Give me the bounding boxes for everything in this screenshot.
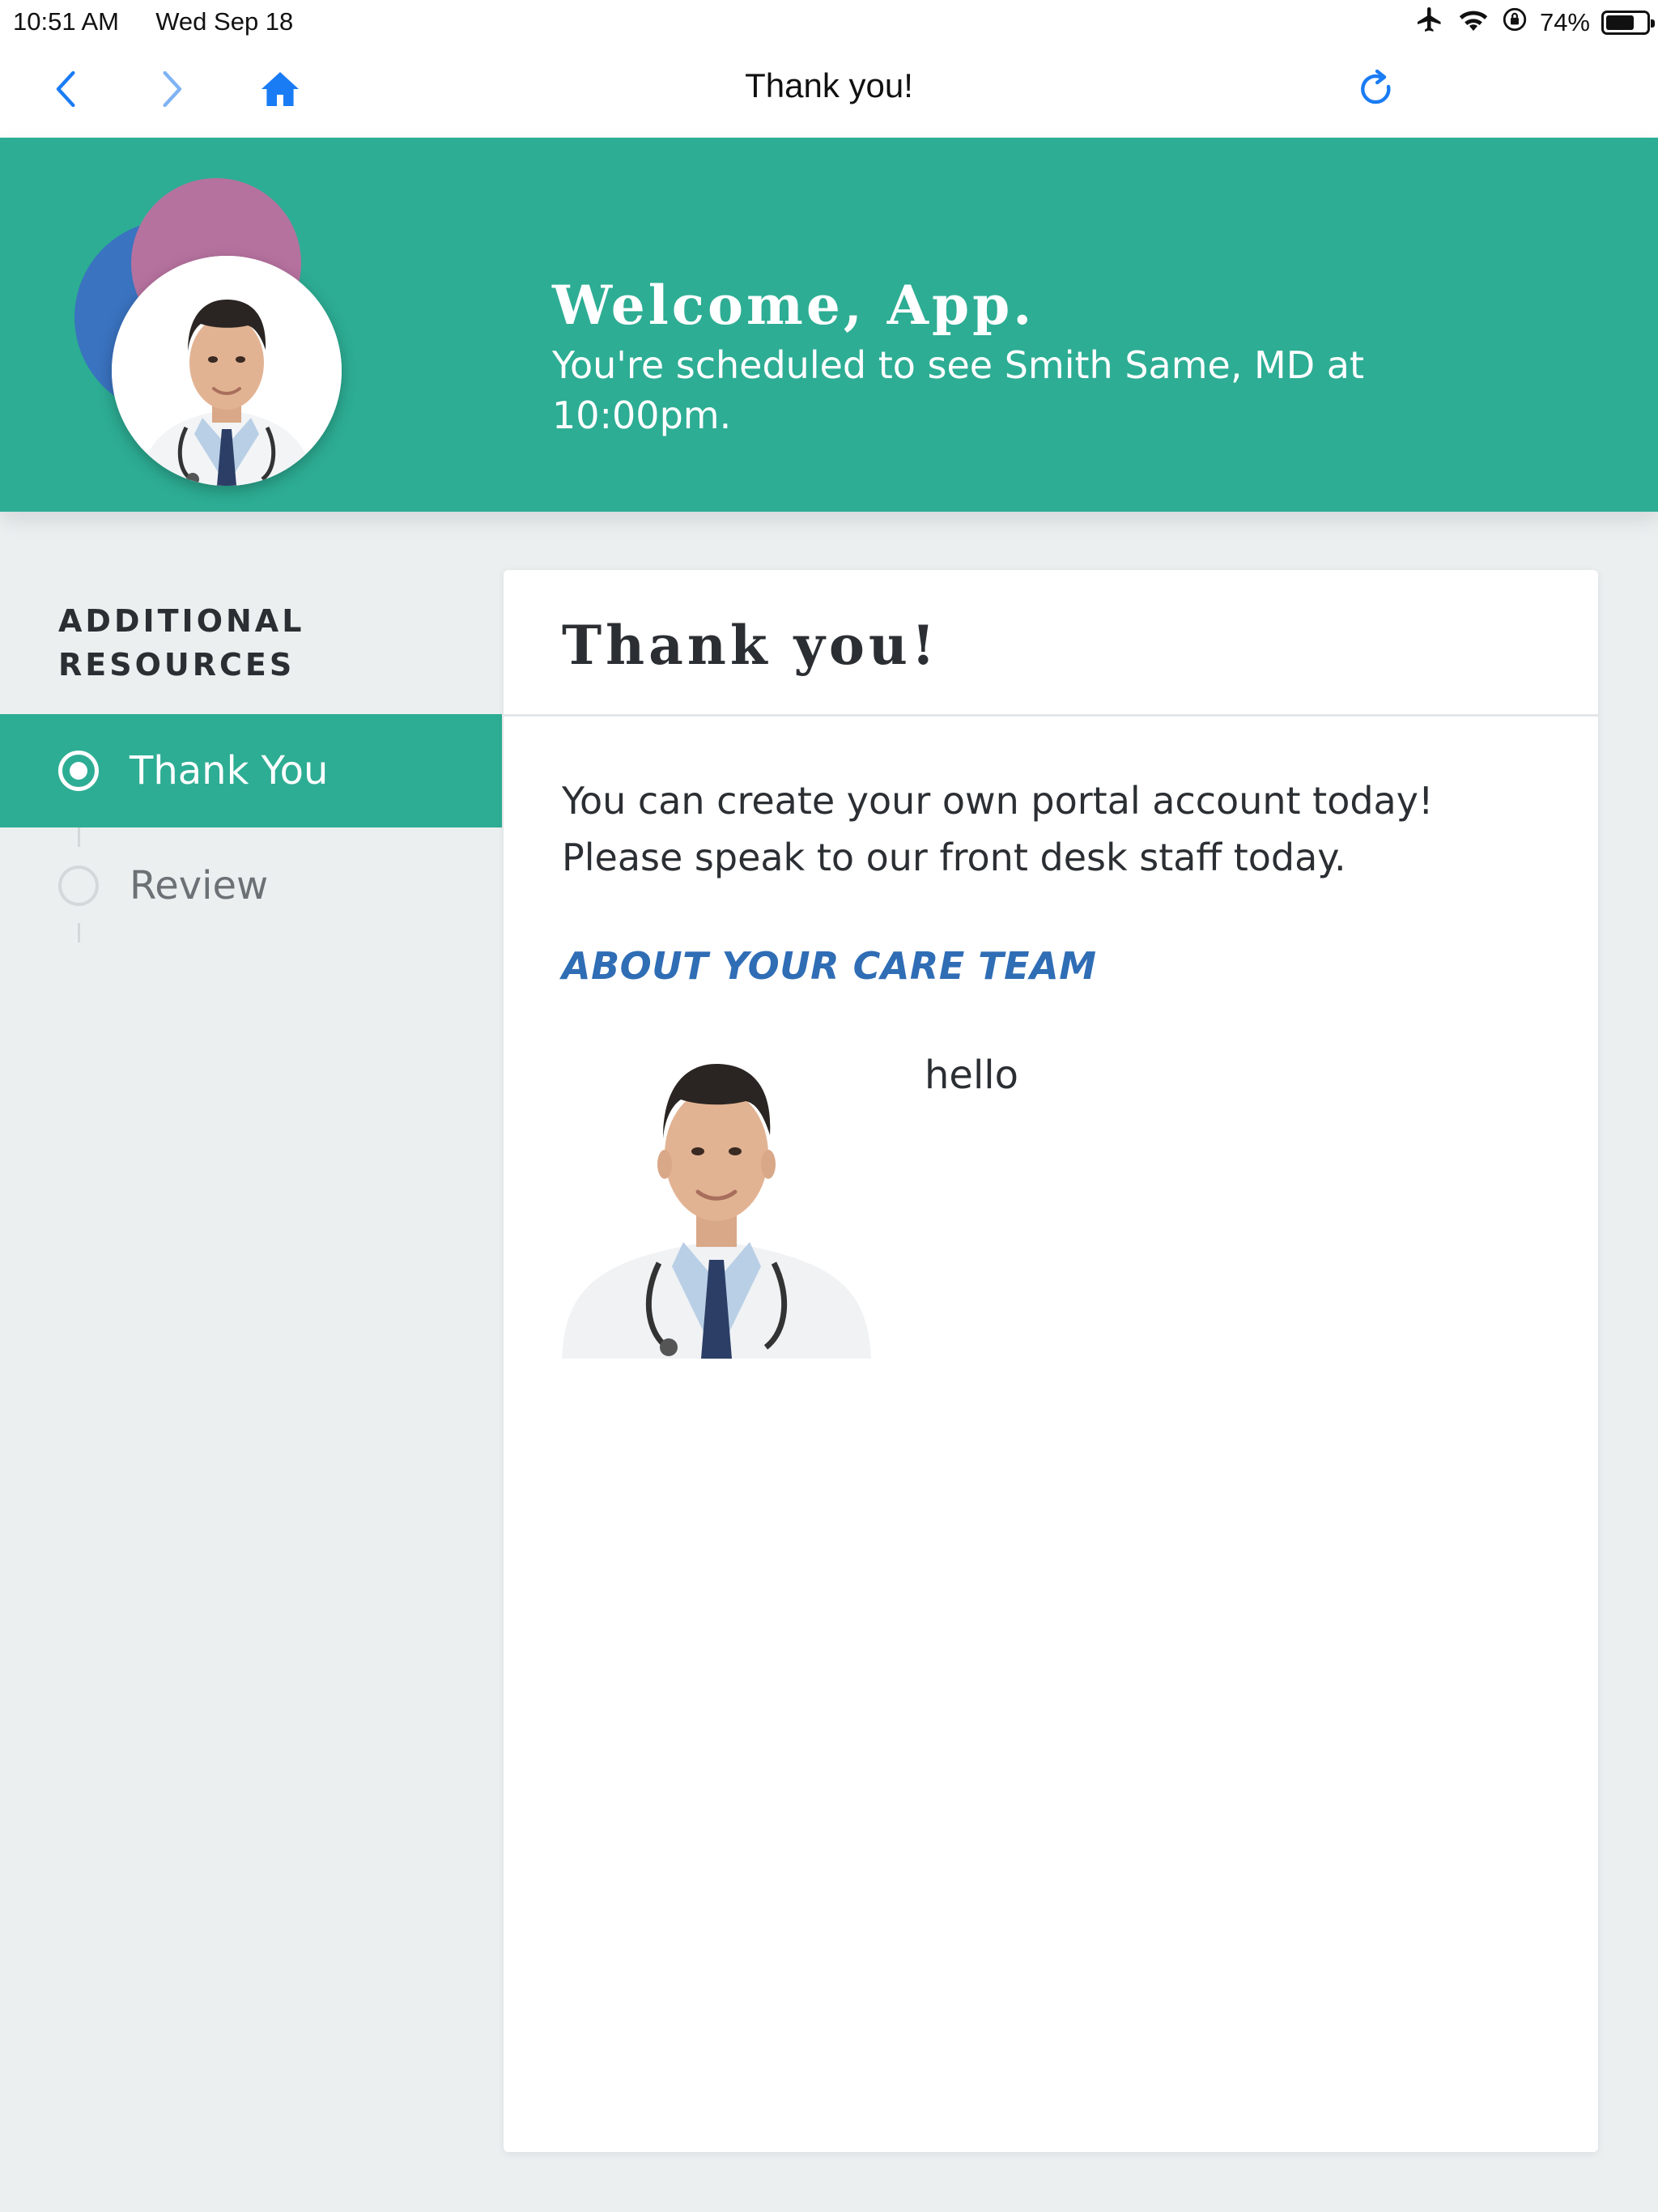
status-time: 10:51 AM — [13, 7, 119, 36]
sidebar-item-thank-you[interactable]: Thank You — [0, 714, 502, 827]
wifi-icon — [1457, 6, 1490, 40]
sidebar-item-review[interactable]: Review — [0, 829, 502, 942]
sidebar-heading: ADDITIONAL RESOURCES — [58, 599, 479, 687]
battery-icon — [1601, 11, 1655, 35]
card-body-text: You can create your own portal account t… — [562, 772, 1550, 886]
card-title: Thank you! — [562, 614, 939, 677]
doctor-avatar — [112, 256, 342, 486]
divider — [504, 714, 1598, 717]
battery-percent: 74% — [1539, 8, 1590, 36]
airplane-icon — [1414, 5, 1446, 40]
body-line-1: You can create your own portal account t… — [562, 779, 1434, 823]
refresh-icon — [1361, 69, 1391, 104]
nav-bar: Thank you! — [0, 42, 1658, 138]
sidebar-item-label: Thank You — [130, 748, 329, 793]
rotation-lock-icon — [1501, 6, 1528, 40]
step-connector — [78, 923, 80, 942]
battery-fill — [1606, 15, 1634, 30]
app-root: 10:51 AM Wed Sep 18 74% Thank you! Welco… — [0, 0, 1658, 2212]
body-line-2: Please speak to our front desk staff tod… — [562, 836, 1346, 879]
sidebar-heading-line-2: RESOURCES — [58, 647, 295, 683]
sidebar-item-label: Review — [130, 863, 269, 908]
content-card: Thank you! You can create your own porta… — [504, 570, 1598, 2152]
status-right: 74% — [1414, 5, 1655, 40]
radio-unselected-icon — [58, 866, 99, 906]
radio-selected-icon — [58, 751, 99, 791]
status-left: 10:51 AM Wed Sep 18 — [13, 7, 293, 36]
care-team-photo — [562, 1051, 871, 1359]
nav-title: Thank you! — [745, 66, 913, 104]
avatar-group — [73, 178, 364, 486]
appointment-text: You're scheduled to see Smith Same, MD a… — [552, 343, 1365, 437]
care-team-heading[interactable]: ABOUT YOUR CARE TEAM — [562, 944, 1096, 988]
status-date: Wed Sep 18 — [155, 7, 294, 36]
sidebar-heading-line-1: ADDITIONAL — [58, 603, 305, 639]
battery-nub — [1651, 19, 1655, 28]
refresh-button[interactable] — [1352, 65, 1401, 113]
welcome-heading: Welcome, App. — [552, 274, 1035, 337]
welcome-banner: Welcome, App. You're scheduled to see Sm… — [0, 138, 1658, 512]
status-bar: 10:51 AM Wed Sep 18 74% — [0, 0, 1658, 42]
care-team-description: hello — [925, 1053, 1018, 1098]
